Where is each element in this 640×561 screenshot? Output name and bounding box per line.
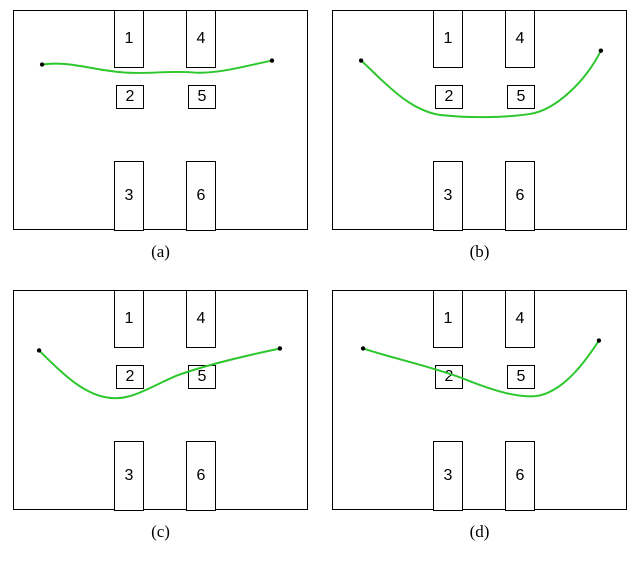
caption-d: (d) bbox=[470, 522, 490, 542]
panel-b: 1 4 2 5 3 6 bbox=[332, 10, 627, 230]
panel-c: 1 4 2 5 3 6 bbox=[13, 290, 308, 510]
obstacle-label: 4 bbox=[516, 30, 525, 48]
obstacle-5: 5 bbox=[188, 85, 216, 109]
obstacle-label: 5 bbox=[198, 88, 207, 106]
obstacle-label: 4 bbox=[197, 30, 206, 48]
obstacle-2: 2 bbox=[116, 85, 144, 109]
panel-a: 1 4 2 5 3 6 bbox=[13, 10, 308, 230]
obstacle-label: 4 bbox=[516, 310, 525, 328]
obstacle-2: 2 bbox=[435, 85, 463, 109]
obstacle-label: 6 bbox=[516, 187, 525, 205]
obstacle-label: 2 bbox=[126, 88, 135, 106]
obstacle-6: 6 bbox=[505, 161, 535, 231]
obstacle-label: 3 bbox=[125, 467, 134, 485]
obstacle-label: 6 bbox=[197, 187, 206, 205]
thread-b bbox=[333, 11, 626, 229]
obstacle-label: 3 bbox=[444, 467, 453, 485]
caption-a: (a) bbox=[151, 242, 170, 262]
obstacle-label: 6 bbox=[197, 467, 206, 485]
obstacle-2: 2 bbox=[435, 365, 463, 389]
cell-d: 1 4 2 5 3 6 (d) bbox=[329, 290, 630, 542]
obstacle-label: 4 bbox=[197, 310, 206, 328]
obstacle-label: 2 bbox=[445, 88, 454, 106]
obstacle-3: 3 bbox=[114, 441, 144, 511]
cell-a: 1 4 2 5 3 6 (a) bbox=[10, 10, 311, 262]
obstacle-label: 1 bbox=[444, 310, 453, 328]
obstacle-label: 2 bbox=[445, 368, 454, 386]
cell-c: 1 4 2 5 3 6 (c) bbox=[10, 290, 311, 542]
obstacle-label: 5 bbox=[517, 368, 526, 386]
obstacle-1: 1 bbox=[114, 290, 144, 348]
obstacle-6: 6 bbox=[186, 161, 216, 231]
obstacle-label: 1 bbox=[444, 30, 453, 48]
caption-c: (c) bbox=[151, 522, 170, 542]
obstacle-1: 1 bbox=[114, 10, 144, 68]
obstacle-3: 3 bbox=[433, 161, 463, 231]
obstacle-label: 6 bbox=[516, 467, 525, 485]
obstacle-label: 3 bbox=[444, 187, 453, 205]
obstacle-label: 3 bbox=[125, 187, 134, 205]
obstacle-1: 1 bbox=[433, 290, 463, 348]
obstacle-5: 5 bbox=[188, 365, 216, 389]
obstacle-3: 3 bbox=[433, 441, 463, 511]
figure-grid: 1 4 2 5 3 6 (a) 1 4 2 5 3 6 bbox=[10, 10, 630, 542]
obstacle-4: 4 bbox=[505, 290, 535, 348]
obstacle-4: 4 bbox=[186, 10, 216, 68]
obstacle-label: 5 bbox=[198, 368, 207, 386]
obstacle-3: 3 bbox=[114, 161, 144, 231]
caption-b: (b) bbox=[470, 242, 490, 262]
obstacle-1: 1 bbox=[433, 10, 463, 68]
obstacle-label: 2 bbox=[126, 368, 135, 386]
obstacle-4: 4 bbox=[505, 10, 535, 68]
thread-d bbox=[333, 291, 626, 509]
obstacle-6: 6 bbox=[186, 441, 216, 511]
obstacle-label: 1 bbox=[125, 310, 134, 328]
cell-b: 1 4 2 5 3 6 (b) bbox=[329, 10, 630, 262]
obstacle-5: 5 bbox=[507, 365, 535, 389]
obstacle-4: 4 bbox=[186, 290, 216, 348]
obstacle-5: 5 bbox=[507, 85, 535, 109]
panel-d: 1 4 2 5 3 6 bbox=[332, 290, 627, 510]
obstacle-2: 2 bbox=[116, 365, 144, 389]
obstacle-6: 6 bbox=[505, 441, 535, 511]
thread-c bbox=[14, 291, 307, 509]
obstacle-label: 1 bbox=[125, 30, 134, 48]
thread-a bbox=[14, 11, 307, 229]
obstacle-label: 5 bbox=[517, 88, 526, 106]
